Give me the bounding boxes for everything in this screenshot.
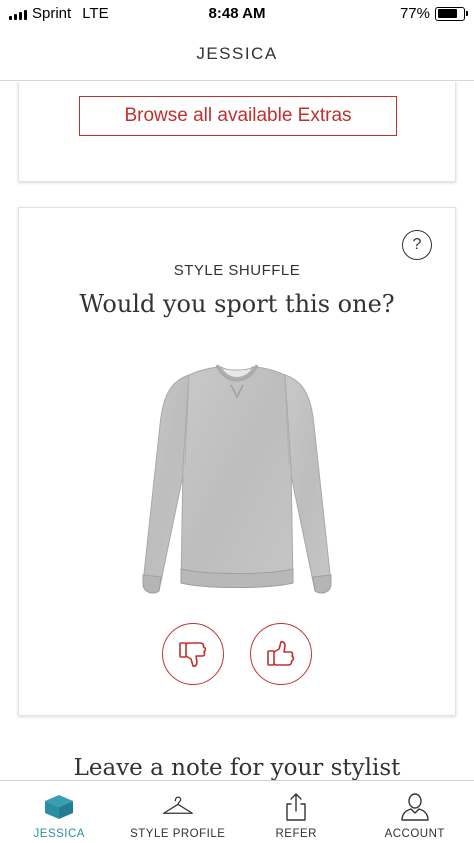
thumbs-down-icon <box>179 642 207 668</box>
stylist-note-heading: Leave a note for your stylist <box>73 755 401 780</box>
battery-percent: 77% <box>399 5 430 22</box>
thumbs-down-button[interactable] <box>162 623 224 685</box>
thumbs-up-icon <box>267 640 295 666</box>
nav-label-jessica: JESSICA <box>33 828 85 840</box>
status-bar: Sprint LTE 8:48 AM 77% <box>0 0 474 27</box>
page-title: JESSICA <box>196 44 278 63</box>
main-content[interactable]: Browse all available Extras ? STYLE SHUF… <box>0 82 474 780</box>
extras-card: Browse all available Extras <box>18 82 456 182</box>
nav-item-account[interactable]: ACCOUNT <box>356 781 474 843</box>
box-icon <box>42 791 76 823</box>
nav-item-jessica[interactable]: JESSICA <box>0 781 119 843</box>
app-header: JESSICA <box>0 27 474 81</box>
thumbs-up-button[interactable] <box>250 623 312 685</box>
style-shuffle-question: Would you sport this one? <box>79 290 395 318</box>
style-shuffle-card: ? STYLE SHUFFLE Would you sport this one… <box>18 207 456 716</box>
person-icon <box>398 791 432 823</box>
nav-label-style-profile: STYLE PROFILE <box>130 828 226 840</box>
bottom-nav: JESSICA STYLE PROFILE REFER ACCOUNT <box>0 780 474 843</box>
share-icon <box>279 791 313 823</box>
nav-item-style-profile[interactable]: STYLE PROFILE <box>119 781 238 843</box>
style-shuffle-label: STYLE SHUFFLE <box>173 262 301 279</box>
nav-label-refer: REFER <box>275 828 317 840</box>
nav-label-account: ACCOUNT <box>384 828 445 840</box>
question-circle-icon[interactable]: ? <box>402 230 432 260</box>
status-right: 77% <box>399 5 468 22</box>
nav-item-refer[interactable]: REFER <box>237 781 356 843</box>
battery-fill <box>437 9 457 18</box>
battery-icon <box>435 6 468 21</box>
sweatshirt-image <box>142 364 332 594</box>
hanger-icon <box>161 791 195 823</box>
browse-extras-button[interactable]: Browse all available Extras <box>79 96 397 136</box>
